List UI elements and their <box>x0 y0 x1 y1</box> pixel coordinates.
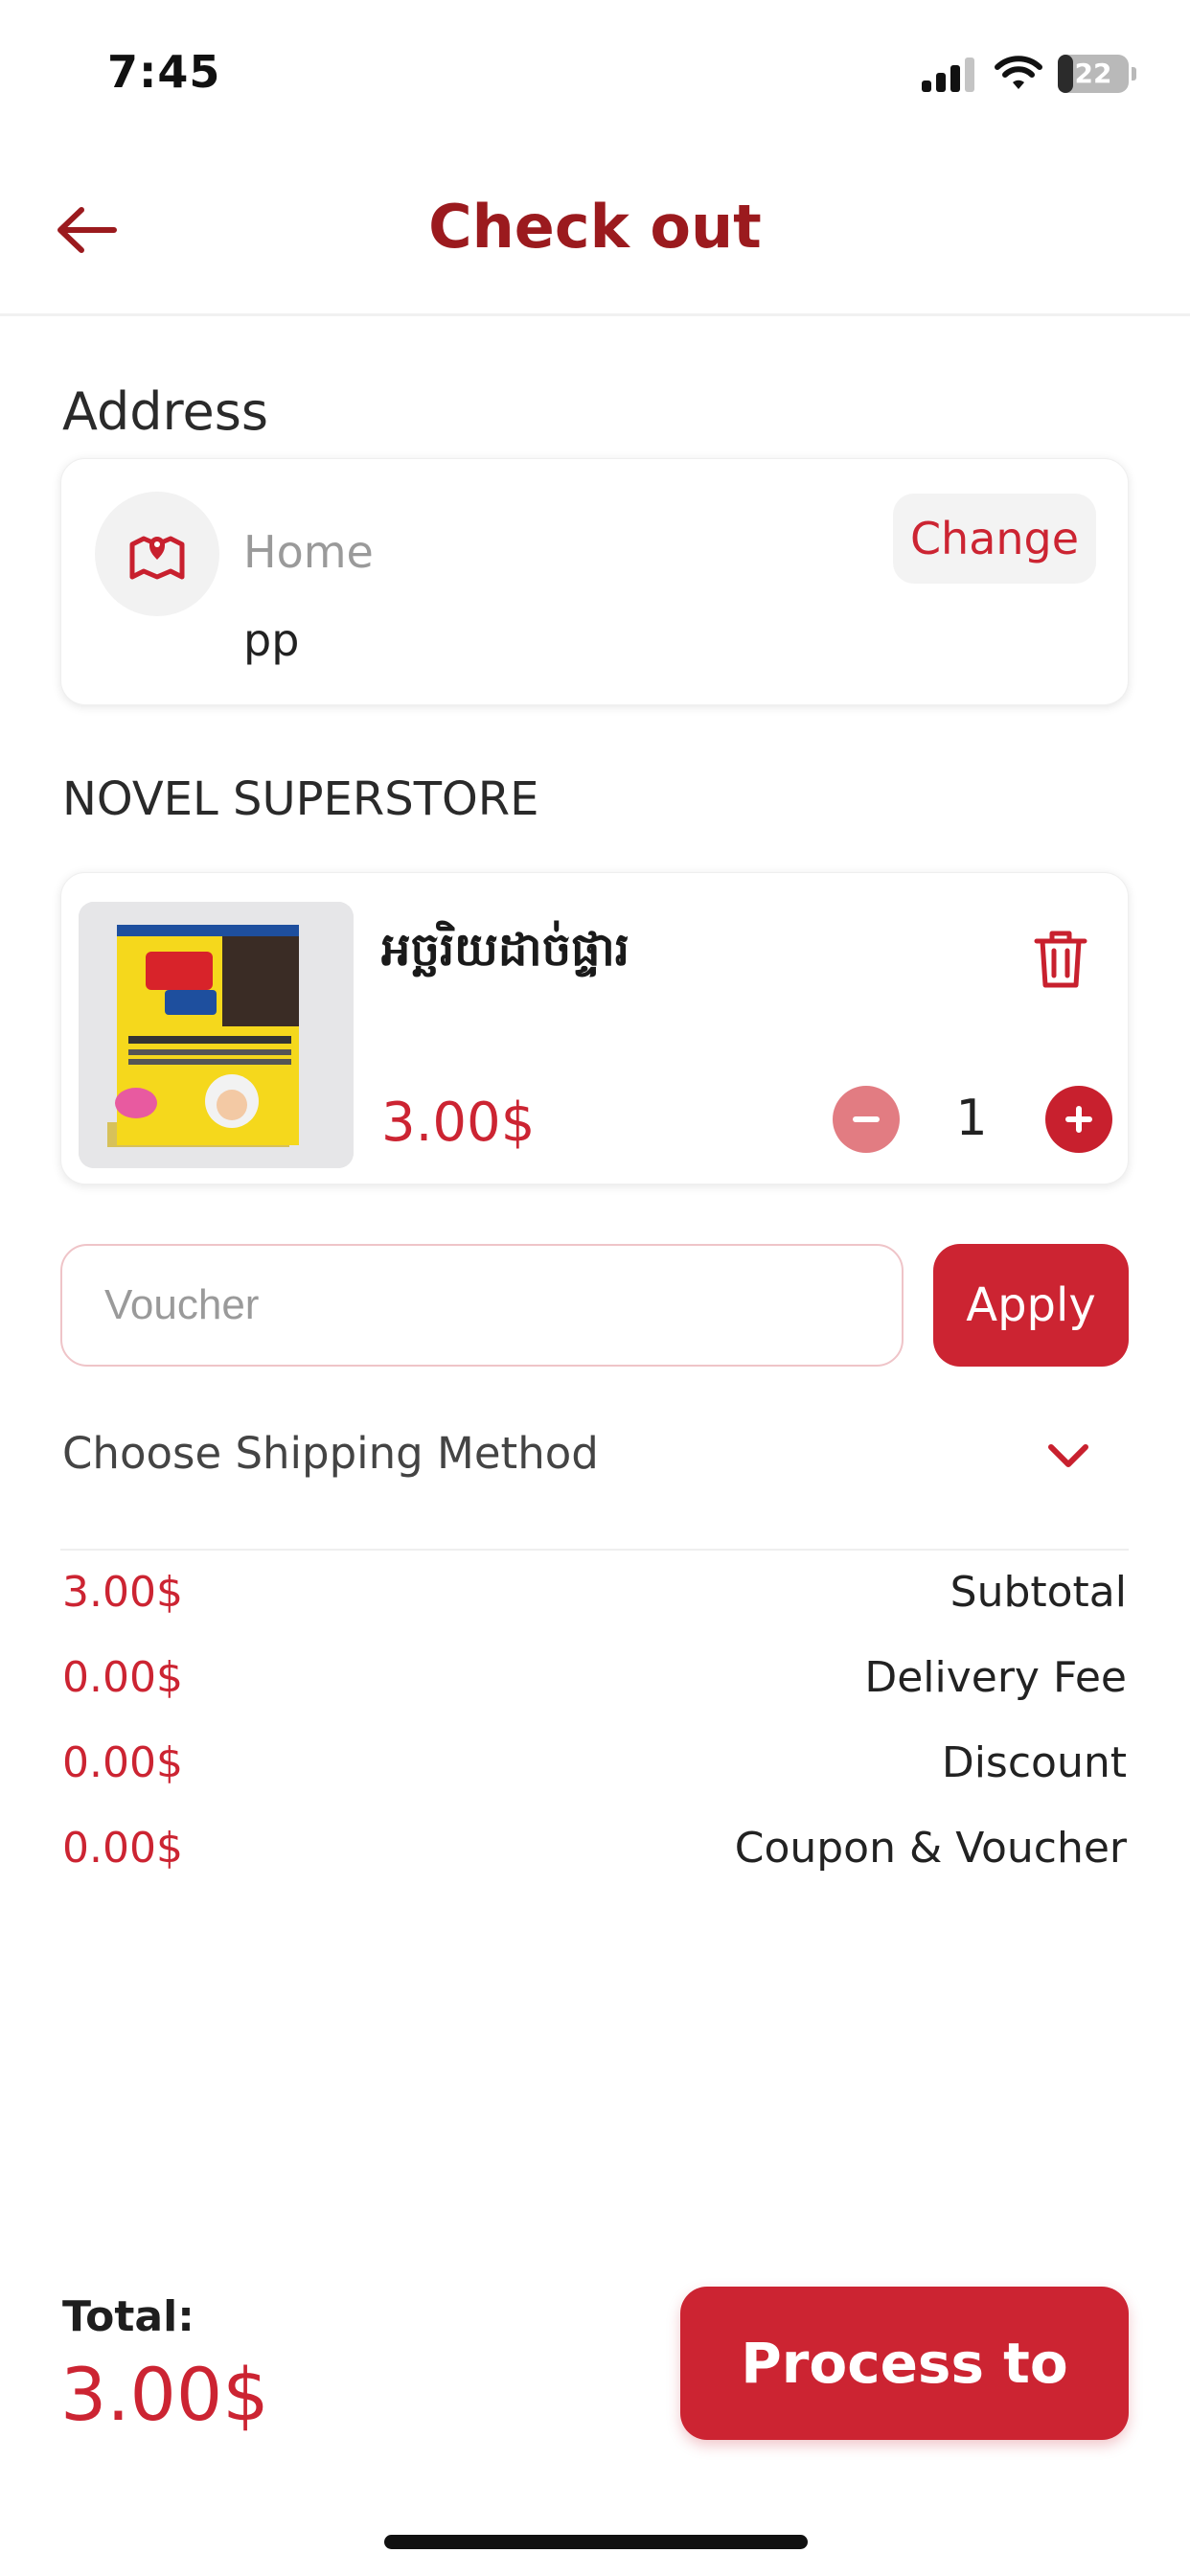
address-card[interactable]: Home pp Change <box>60 458 1129 705</box>
book-cover-image <box>79 902 354 1168</box>
increase-quantity-button[interactable] <box>1045 1086 1112 1153</box>
delivery-fee-value: 0.00$ <box>62 1653 183 1702</box>
summary-row-discount: 0.00$ Discount <box>60 1738 1129 1800</box>
coupon-voucher-value: 0.00$ <box>62 1824 183 1873</box>
total-label: Total: <box>62 2292 195 2341</box>
summary-row-delivery-fee: 0.00$ Delivery Fee <box>60 1653 1129 1714</box>
voucher-input[interactable] <box>60 1244 904 1367</box>
address-title: Home <box>243 526 374 578</box>
app-header: Check out <box>0 144 1190 316</box>
process-to-pay-button[interactable]: Process to pay <box>680 2287 1129 2549</box>
product-name: អច្ឆរិយដាច់ផ្ទារ <box>381 923 629 977</box>
subtotal-value: 3.00$ <box>62 1568 183 1617</box>
summary-divider <box>60 1549 1129 1551</box>
trash-icon <box>1034 931 1087 988</box>
signal-icon <box>922 58 975 92</box>
address-line: pp <box>243 614 300 666</box>
quantity-value: 1 <box>955 1090 988 1147</box>
battery-nub <box>1132 67 1136 80</box>
coupon-voucher-label: Coupon & Voucher <box>734 1824 1127 1873</box>
apply-voucher-button[interactable]: Apply <box>933 1244 1129 1367</box>
discount-label: Discount <box>941 1738 1127 1787</box>
change-address-button[interactable]: Change <box>893 494 1096 584</box>
minus-icon <box>853 1116 880 1122</box>
shipping-method-label: Choose Shipping Method <box>62 1428 599 1479</box>
delivery-fee-label: Delivery Fee <box>864 1653 1127 1702</box>
delete-item-button[interactable] <box>1027 921 1094 998</box>
wifi-icon <box>995 56 1042 89</box>
address-section-label: Address <box>62 381 269 442</box>
battery-icon: 22 <box>1058 55 1129 93</box>
product-price: 3.00$ <box>381 1092 536 1154</box>
cart-item-card: អច្ឆរិយដាច់ផ្ទារ 3.00$ 1 <box>60 872 1129 1184</box>
store-name: NOVEL SUPERSTORE <box>62 772 539 826</box>
shipping-method-select[interactable]: Choose Shipping Method <box>60 1409 1129 1505</box>
status-time: 7:45 <box>107 46 221 98</box>
battery-level: 22 <box>1074 58 1112 89</box>
plus-icon <box>1065 1106 1092 1133</box>
map-pin-icon <box>129 536 185 580</box>
page-title: Check out <box>428 192 762 262</box>
address-icon-badge <box>95 492 219 616</box>
discount-value: 0.00$ <box>62 1738 183 1787</box>
status-bar: 7:45 22 <box>0 0 1190 144</box>
home-indicator <box>384 2535 808 2549</box>
total-value: 3.00$ <box>60 2352 269 2437</box>
summary-row-subtotal: 3.00$ Subtotal <box>60 1568 1129 1629</box>
chevron-down-icon <box>1048 1444 1088 1467</box>
summary-row-coupon-voucher: 0.00$ Coupon & Voucher <box>60 1824 1129 1885</box>
subtotal-label: Subtotal <box>950 1568 1127 1617</box>
decrease-quantity-button[interactable] <box>833 1086 900 1153</box>
